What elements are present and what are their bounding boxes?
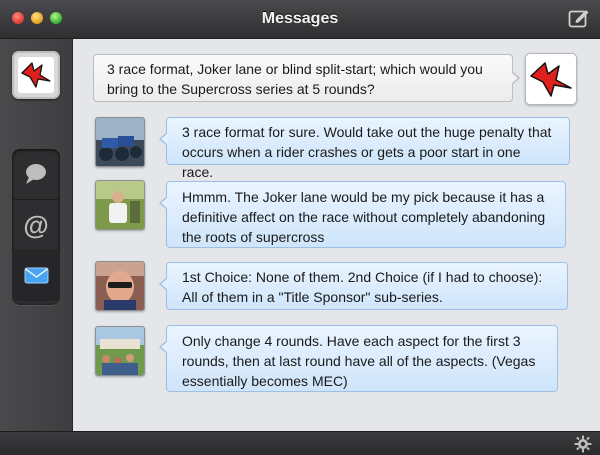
- message-list: 3 race format, Joker lane or blind split…: [73, 39, 600, 431]
- message-bubble: 3 race format, Joker lane or blind split…: [93, 54, 520, 102]
- bubble-tail: [159, 340, 168, 354]
- man-sunglasses-photo: [95, 261, 145, 311]
- sidebar-item-mentions[interactable]: @: [12, 200, 60, 251]
- lightning-logo-icon: [530, 62, 572, 97]
- motorcycles-photo: [95, 117, 145, 167]
- sidebar-item-messages[interactable]: [12, 251, 60, 301]
- message-text: 3 race format for sure. Would take out t…: [182, 124, 552, 180]
- window-title: Messages: [261, 10, 339, 27]
- message-text: Only change 4 rounds. Have each aspect f…: [182, 333, 536, 389]
- man-outdoors-photo: [95, 180, 145, 230]
- bottom-toolbar: [0, 431, 600, 455]
- at-icon: @: [23, 210, 49, 240]
- bubble-tail: [511, 71, 520, 85]
- message-bubble: 1st Choice: None of them. 2nd Choice (if…: [159, 262, 568, 310]
- sidebar-item-chat[interactable]: [12, 149, 60, 200]
- man-outdoors-photo-icon: [96, 181, 144, 229]
- speech-bubble-icon: [26, 164, 46, 184]
- lightning-logo-icon: [21, 62, 51, 88]
- bubble-tail: [159, 132, 168, 146]
- envelope-icon: [24, 267, 49, 284]
- compose-icon[interactable]: [568, 8, 590, 28]
- messages-window: Messages @ 3 race format, Joker lane or …: [0, 0, 600, 455]
- bubble-tail: [159, 196, 168, 210]
- title-bar: Messages: [0, 0, 600, 39]
- message-bubble: 3 race format for sure. Would take out t…: [159, 117, 570, 180]
- gear-icon[interactable]: [574, 435, 592, 453]
- message-text: 1st Choice: None of them. 2nd Choice (if…: [182, 269, 543, 305]
- sidebar-nav: @: [12, 149, 60, 305]
- message-text: 3 race format, Joker lane or blind split…: [107, 61, 483, 97]
- message-text: Hmmm. The Joker lane would be my pick be…: [182, 189, 546, 245]
- message-bubble: Hmmm. The Joker lane would be my pick be…: [159, 181, 566, 248]
- bubble-tail: [159, 277, 168, 291]
- account-logo: [18, 57, 54, 93]
- crowd-outdoors-photo-icon: [96, 327, 144, 375]
- account-avatar-button[interactable]: [12, 51, 60, 99]
- message-bubble: Only change 4 rounds. Have each aspect f…: [159, 325, 558, 392]
- motorcycles-photo-icon: [96, 118, 144, 166]
- man-sunglasses-photo-icon: [96, 262, 144, 310]
- self-avatar: [525, 53, 577, 105]
- crowd-outdoors-photo: [95, 326, 145, 376]
- sidebar: @: [0, 39, 73, 431]
